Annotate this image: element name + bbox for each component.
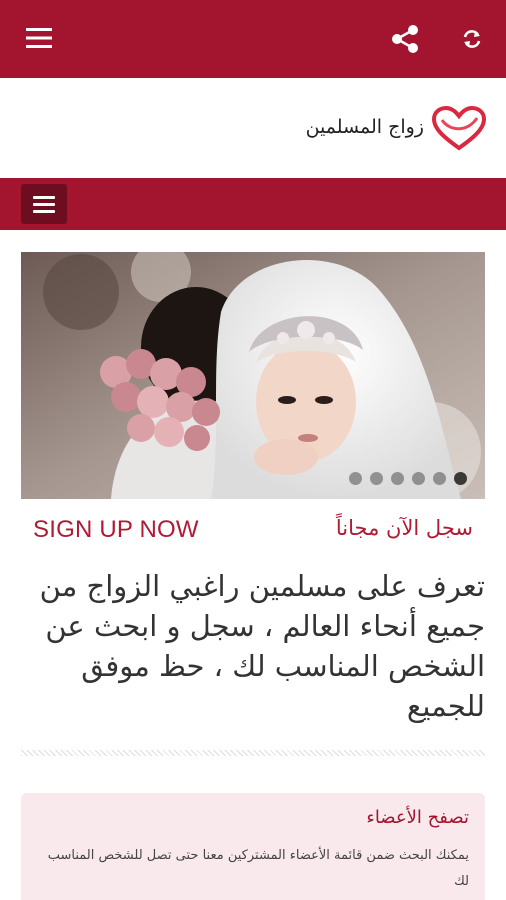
image-slider[interactable] [21, 252, 485, 499]
hamburger-menu-icon [26, 28, 52, 48]
signup-free-link[interactable]: سجل الآن مجاناً [336, 516, 473, 540]
refresh-button[interactable] [460, 27, 484, 51]
share-button[interactable] [388, 22, 422, 56]
slider-dot[interactable] [391, 472, 404, 485]
hamburger-menu-icon [33, 196, 55, 199]
slider-dot[interactable] [349, 472, 362, 485]
browse-members-description: يمكنك البحث ضمن قائمة الأعضاء المشتركين … [47, 848, 469, 889]
intro-headline: تعرف على مسلمين راغبي الزواج من جميع أنح… [39, 569, 485, 723]
slider-pagination [349, 472, 467, 485]
nav-toggle-button[interactable] [21, 184, 67, 224]
hamburger-menu-icon-bar [33, 210, 55, 213]
slider-dot-active[interactable] [454, 472, 467, 485]
share-icon [392, 25, 418, 53]
signup-now-link[interactable]: SIGN UP NOW [33, 516, 199, 544]
app-bar [0, 0, 506, 78]
slider-dot[interactable] [412, 472, 425, 485]
refresh-icon [463, 30, 481, 48]
brand-name[interactable]: زواج المسلمين [306, 116, 424, 138]
menu-button[interactable] [24, 25, 54, 51]
brand-header: زواج المسلمين [0, 78, 506, 178]
slide-image [21, 252, 485, 499]
heart-logo-icon [431, 106, 487, 151]
section-divider [21, 750, 485, 756]
hamburger-menu-icon-bar [33, 203, 55, 206]
slider-dot[interactable] [370, 472, 383, 485]
navigation-bar [0, 178, 506, 230]
browse-members-card[interactable]: تصفح الأعضاء يمكنك البحث ضمن قائمة الأعض… [21, 793, 485, 900]
slider-dot[interactable] [433, 472, 446, 485]
browse-members-title[interactable]: تصفح الأعضاء [366, 807, 469, 828]
